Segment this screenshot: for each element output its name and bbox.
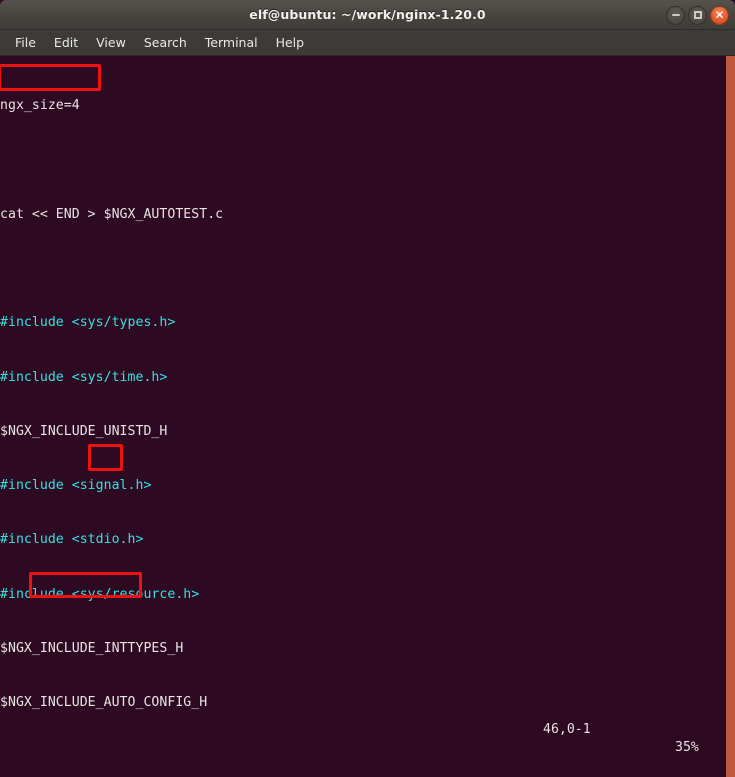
terminal-line: #include <stdio.h> <box>0 531 718 549</box>
close-icon: ✕ <box>714 7 725 22</box>
menu-item-file[interactable]: File <box>6 32 45 53</box>
menu-item-help[interactable]: Help <box>267 32 314 53</box>
close-button[interactable]: ✕ <box>710 5 729 25</box>
menu-bar: File Edit View Search Terminal Help <box>0 30 735 56</box>
terminal-body[interactable]: ngx_size=4 cat << END > $NGX_AUTOTEST.c … <box>0 56 735 777</box>
terminal-line: cat << END > $NGX_AUTOTEST.c <box>0 206 718 224</box>
terminal-window: elf@ubuntu: ~/work/nginx-1.20.0 ✕ File E… <box>0 0 735 777</box>
line-text: #include <sys/types.h> <box>0 315 176 331</box>
title-bar[interactable]: elf@ubuntu: ~/work/nginx-1.20.0 ✕ <box>0 0 735 30</box>
menu-item-search[interactable]: Search <box>135 32 196 53</box>
menu-item-terminal[interactable]: Terminal <box>196 32 267 53</box>
maximize-button[interactable] <box>688 5 707 25</box>
terminal-line: #include <sys/types.h> <box>0 314 718 332</box>
menu-item-edit[interactable]: Edit <box>45 32 87 53</box>
cursor-position: 46,0-1 <box>543 722 591 737</box>
line-text: $NGX_INCLUDE_UNISTD_H <box>0 423 168 439</box>
line-text: cat << END > $NGX_AUTOTEST.c <box>0 206 224 222</box>
line-text: ngx_size=4 <box>0 98 80 114</box>
minimize-icon <box>671 14 680 16</box>
line-text: #include <sys/time.h> <box>0 369 168 385</box>
vim-status-line: 46,0-1 35% <box>0 703 718 775</box>
line-text: #include <sys/resource.h> <box>0 586 200 602</box>
menu-item-view[interactable]: View <box>87 32 135 53</box>
terminal-screen[interactable]: ngx_size=4 cat << END > $NGX_AUTOTEST.c … <box>0 61 718 777</box>
line-text: $NGX_INCLUDE_INTTYPES_H <box>0 641 184 656</box>
terminal-line: $NGX_INCLUDE_UNISTD_H <box>0 423 718 441</box>
line-text: #include <stdio.h> <box>0 532 144 548</box>
window-controls: ✕ <box>666 0 729 30</box>
line-text: #include <signal.h> <box>0 478 152 494</box>
terminal-line: $NGX_INCLUDE_INTTYPES_H <box>0 640 718 658</box>
scroll-percent: 35% <box>675 740 699 755</box>
terminal-line: #include <sys/time.h> <box>0 369 718 387</box>
maximize-icon <box>693 11 702 19</box>
minimize-button[interactable] <box>666 5 685 25</box>
window-title: elf@ubuntu: ~/work/nginx-1.20.0 <box>249 7 486 22</box>
terminal-line: #include <signal.h> <box>0 477 718 495</box>
terminal-line: #include <sys/resource.h> <box>0 586 718 604</box>
terminal-line: ngx_size=4 <box>0 97 718 115</box>
